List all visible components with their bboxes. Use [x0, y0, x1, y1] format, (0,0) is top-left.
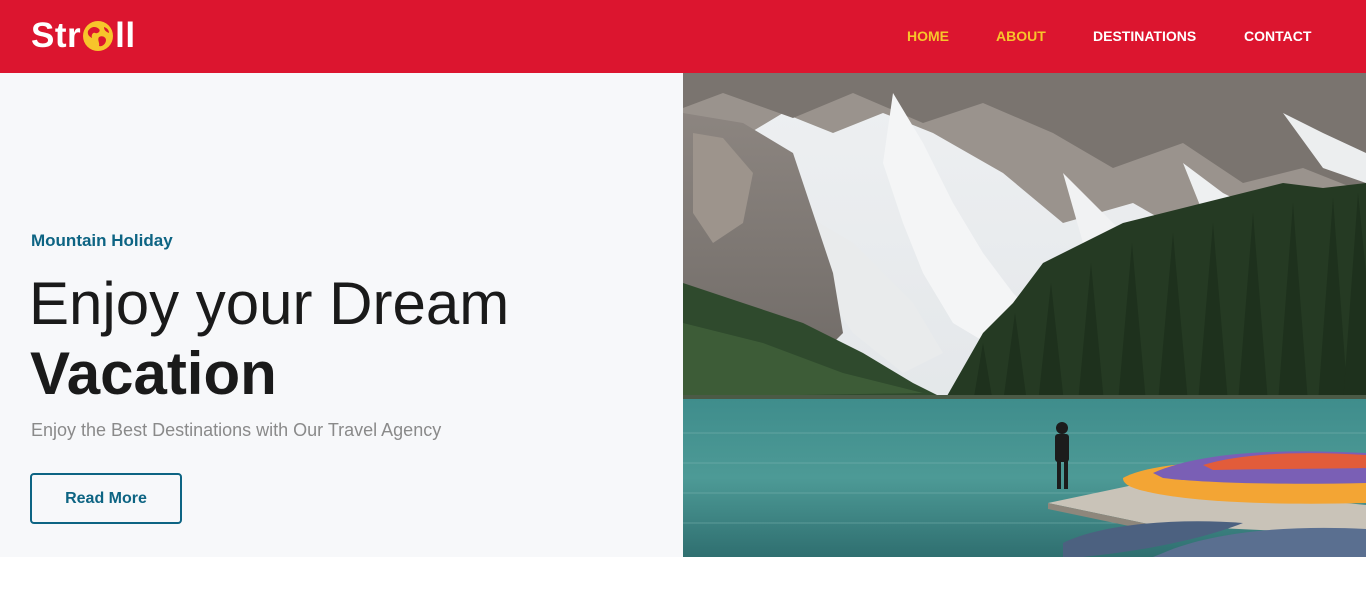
hero-image [683, 73, 1366, 557]
brand-name-end: ll [115, 16, 136, 55]
hero-tagline: Enjoy the Best Destinations with Our Tra… [31, 420, 442, 440]
brand-name-start: Str [31, 16, 82, 55]
nav-contact-link[interactable]: CONTACT [1244, 28, 1311, 44]
hero-content: Mountain Holiday Enjoy your Dream Vacati… [0, 73, 683, 557]
nav-home-link[interactable]: HOME [907, 28, 949, 44]
globe-icon [82, 20, 114, 52]
nav-destinations-link[interactable]: DESTINATIONS [1093, 28, 1196, 44]
mountain-lake-illustration [683, 73, 1366, 557]
hero-subtitle: Mountain Holiday [31, 231, 173, 250]
navbar: Str ll HOME ABOUT DESTINATIONS CONTACT [0, 0, 1366, 73]
hero-headline-bold: Vacation [30, 340, 277, 407]
brand-logo[interactable]: Str ll [31, 16, 136, 56]
read-more-button[interactable]: Read More [30, 473, 182, 524]
nav-about-link[interactable]: ABOUT [996, 28, 1046, 44]
hero-headline-light: Enjoy your Dream [29, 270, 510, 337]
hero-section: Mountain Holiday Enjoy your Dream Vacati… [0, 73, 1366, 557]
